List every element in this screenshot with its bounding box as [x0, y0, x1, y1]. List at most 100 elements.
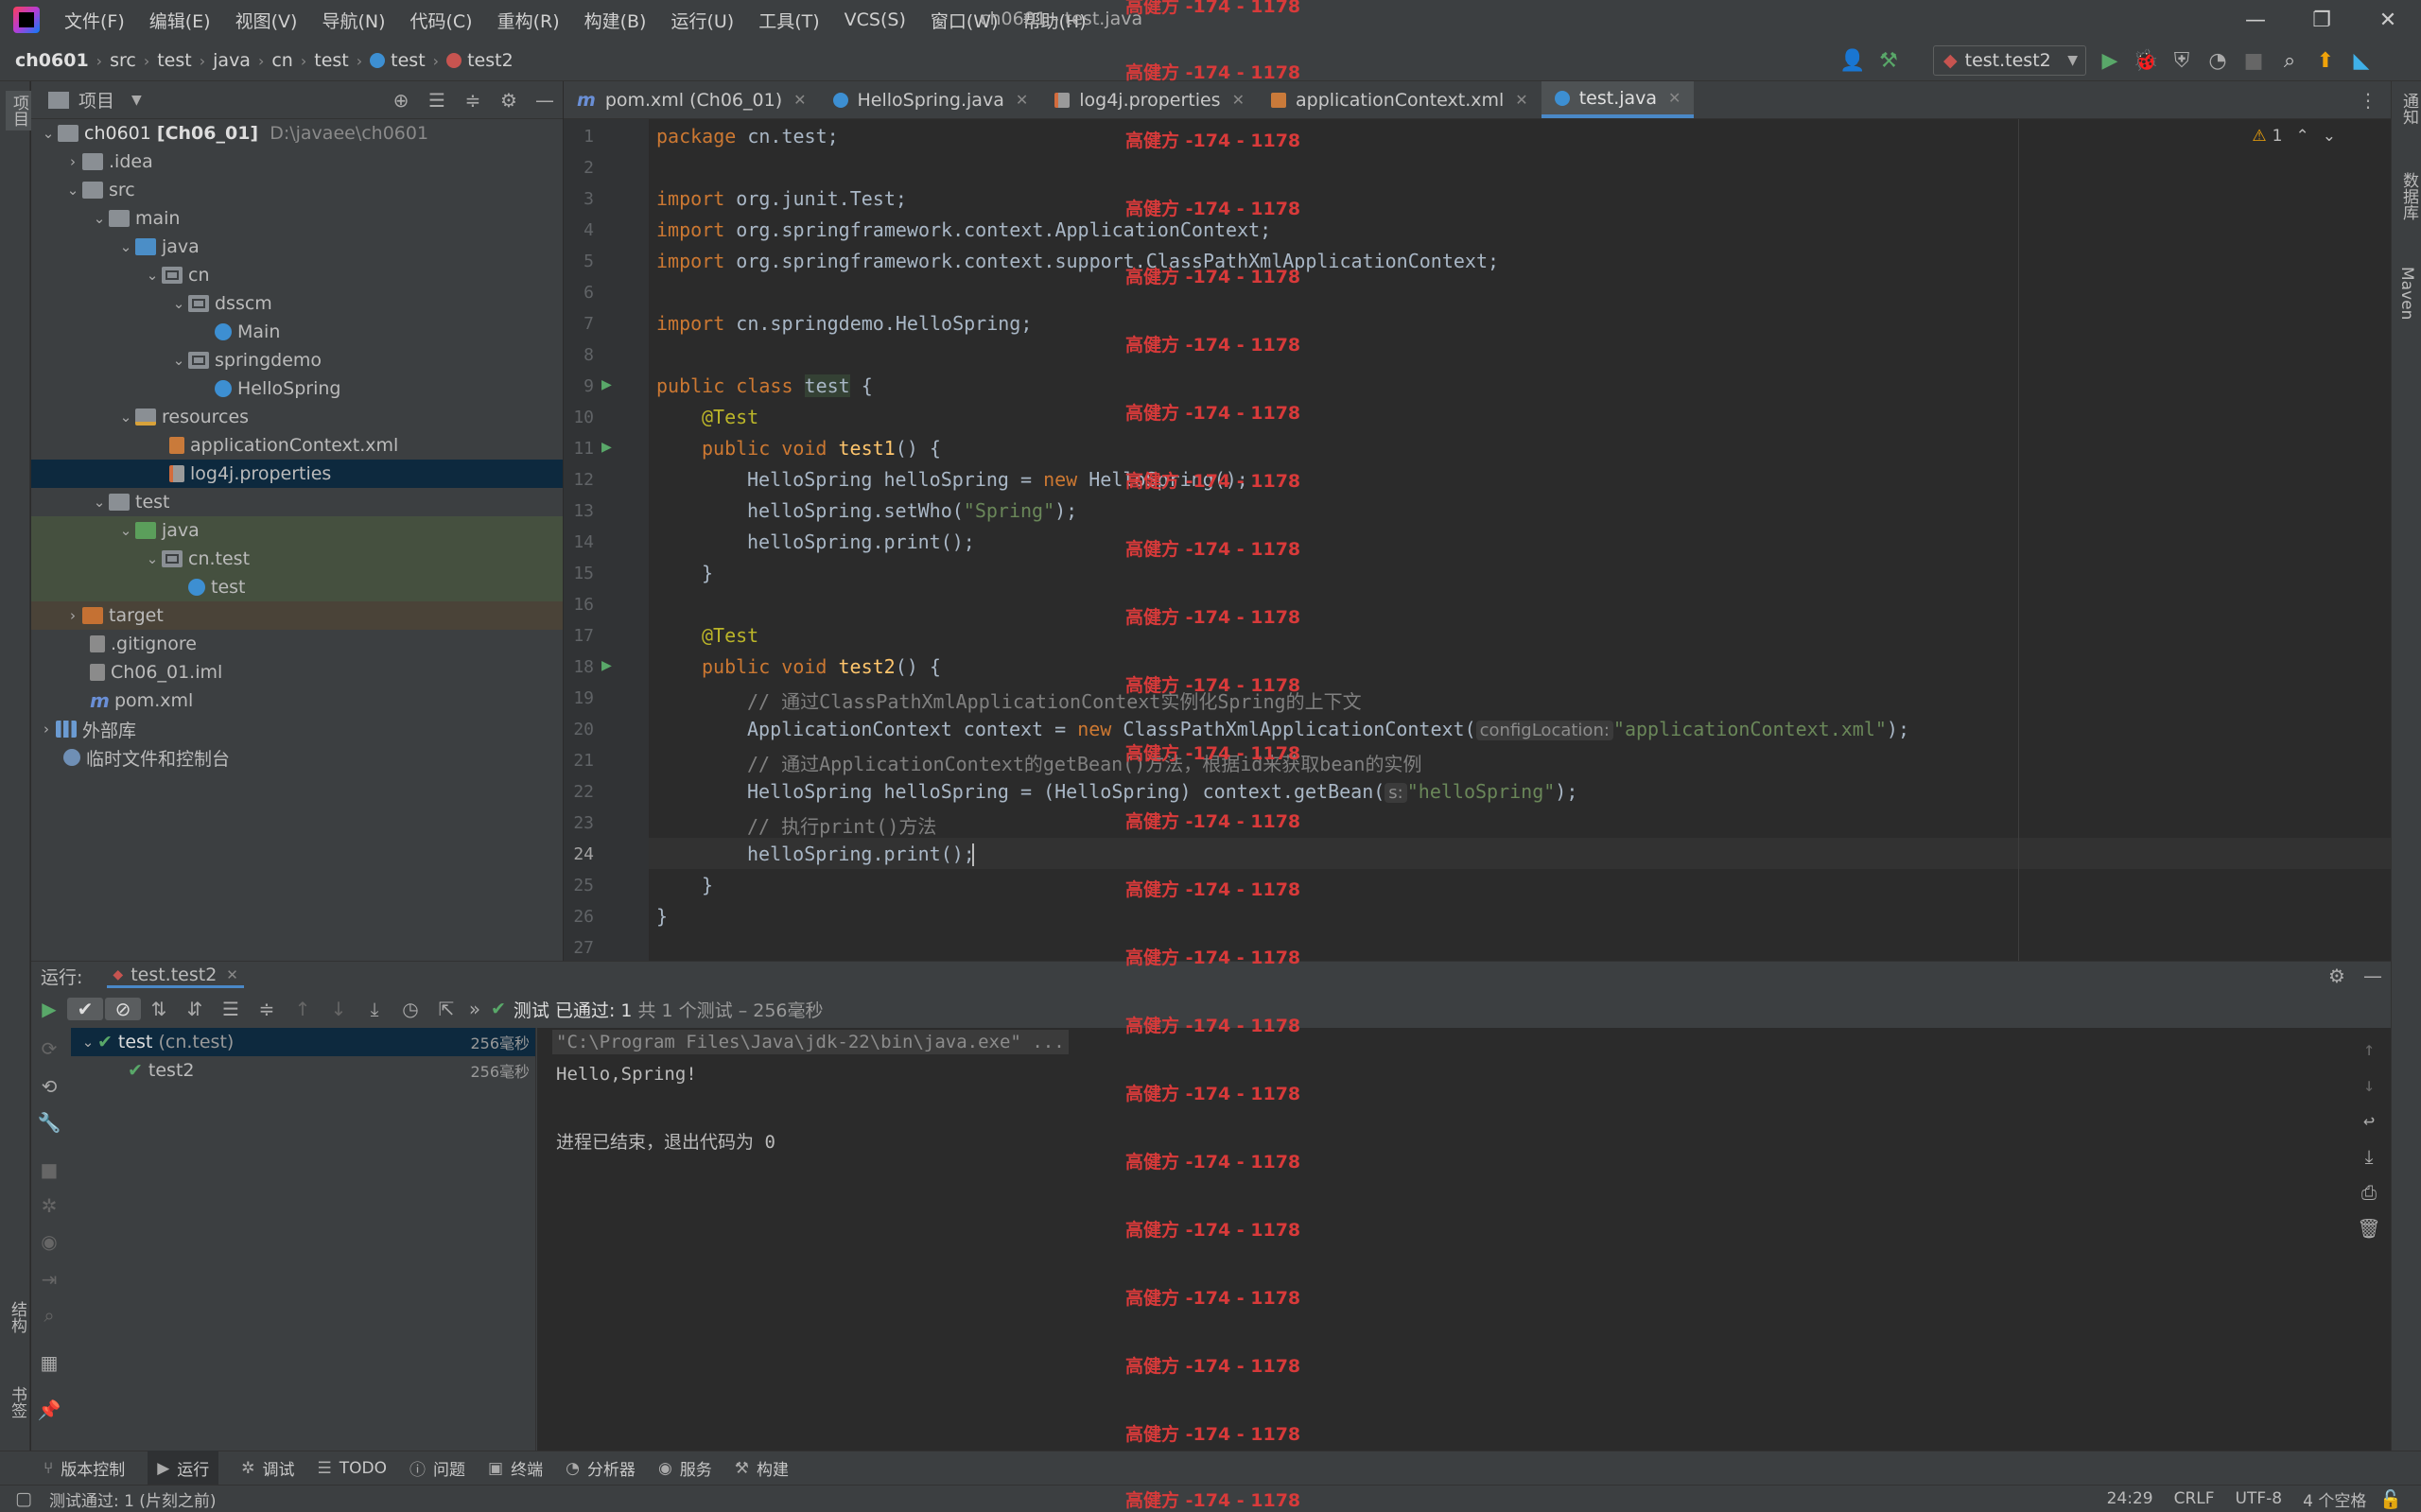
menu-view[interactable]: 视图(V) — [235, 8, 298, 33]
caret-position[interactable]: 24:29 — [2107, 1489, 2153, 1508]
arrow-up-icon[interactable]: ↑ — [2351, 1037, 2387, 1060]
sort-alpha-icon[interactable]: ⇅ — [141, 998, 177, 1020]
close-icon[interactable]: ✕ — [1016, 91, 1028, 109]
close-icon[interactable]: ✕ — [226, 966, 238, 983]
test-case-row[interactable]: ✔ test2 256毫秒 — [71, 1056, 535, 1085]
tree-item[interactable]: ⌄ main — [31, 204, 563, 233]
run-test-gutter-icon[interactable]: ▶ — [601, 655, 612, 675]
collapse-all-icon[interactable]: ≑ — [455, 89, 491, 112]
close-icon[interactable]: ✕ — [1515, 91, 1527, 109]
tree-item-root[interactable]: ⌄ ch0601 [Ch06_01] D:\javaee\ch0601 — [31, 119, 563, 148]
tree-item[interactable]: ⌄ java — [31, 516, 563, 545]
update-icon[interactable]: ⬆ — [2308, 49, 2343, 73]
gear-icon[interactable]: ⚙ — [2319, 965, 2355, 987]
tree-item[interactable]: ⌄ src — [31, 176, 563, 204]
coverage-icon[interactable]: ⛨ — [2164, 49, 2200, 73]
tree-item[interactable]: › target — [31, 601, 563, 630]
stop-icon[interactable]: ■ — [2236, 49, 2272, 73]
tab-services[interactable]: ◉ 服务 — [658, 1456, 712, 1481]
show-ignored-icon[interactable]: ⊘ — [105, 998, 141, 1020]
bookmarks-tool-button[interactable]: 书签 — [6, 1386, 29, 1418]
menu-tools[interactable]: 工具(T) — [758, 8, 819, 33]
sort-duration-icon[interactable]: ⇵ — [177, 998, 213, 1020]
maven-tool-button[interactable]: Maven — [2397, 267, 2416, 320]
breadcrumb-item[interactable]: ch0601 — [15, 50, 89, 71]
tree-item[interactable]: Main — [31, 318, 563, 346]
lock-icon[interactable]: 🔓 — [2379, 1488, 2402, 1510]
toggle-auto-test-icon[interactable]: ⟲ — [31, 1075, 67, 1098]
tree-item[interactable]: ⌄ cn.test — [31, 545, 563, 573]
pin-icon[interactable]: 📌 — [31, 1399, 67, 1421]
breadcrumb-item[interactable]: cn — [271, 50, 293, 71]
tab-build[interactable]: ⚒ 构建 — [735, 1456, 789, 1481]
debug-icon[interactable]: ✲ — [31, 1194, 67, 1217]
tab-terminal[interactable]: ▣ 终端 — [488, 1456, 543, 1481]
database-tool-button[interactable]: 数据库 — [2397, 172, 2421, 220]
menu-code[interactable]: 代码(C) — [409, 8, 472, 33]
indent-setting[interactable]: 4 个空格 — [2303, 1487, 2366, 1511]
console-line-command[interactable]: "C:\Program Files\Java\jdk-22\bin\java.e… — [552, 1030, 1069, 1054]
chevron-down-icon[interactable]: ▼ — [131, 93, 142, 108]
print-icon[interactable]: ⎙ — [2351, 1181, 2387, 1204]
tab-version-control[interactable]: ⑂ 版本控制 — [44, 1456, 125, 1481]
console-output[interactable]: "C:\Program Files\Java\jdk-22\bin\java.e… — [537, 1028, 2391, 1451]
intellij-logo-icon[interactable] — [13, 7, 40, 33]
tab-run[interactable]: ▶ 运行 — [148, 1451, 219, 1486]
layout-icon[interactable]: ▦ — [31, 1351, 67, 1374]
menu-build[interactable]: 构建(B) — [584, 8, 647, 33]
breadcrumb-item[interactable]: java — [213, 50, 251, 71]
close-icon[interactable]: ✕ — [793, 91, 806, 109]
breadcrumb-item[interactable]: test2 — [467, 50, 514, 71]
close-icon[interactable]: ✕ — [1668, 89, 1681, 107]
hide-icon[interactable]: — — [527, 89, 563, 112]
tab-profiler[interactable]: ◔ 分析器 — [566, 1456, 636, 1481]
breadcrumb-item[interactable]: test — [391, 50, 426, 71]
tab-pom-xml[interactable]: m pom.xml (Ch06_01) ✕ — [564, 81, 820, 118]
status-message[interactable]: 测试通过: 1 (片刻之前) — [49, 1487, 217, 1511]
tabs-menu-icon[interactable]: ⋮ — [2359, 81, 2391, 118]
export-icon[interactable]: ⇱ — [428, 998, 464, 1020]
camera-icon[interactable]: ◉ — [31, 1230, 67, 1253]
tab-problems[interactable]: ⓘ 问题 — [409, 1456, 465, 1480]
breadcrumb-item[interactable]: test — [314, 50, 349, 71]
breadcrumb-item[interactable]: test — [157, 50, 192, 71]
rerun-failed-icon[interactable]: ⟳ — [31, 1037, 67, 1060]
tree-item[interactable]: ⌄ cn — [31, 261, 563, 289]
rerun-icon[interactable]: ▶ — [31, 998, 67, 1020]
run-tab[interactable]: ◆ test.test2 ✕ — [107, 965, 244, 988]
tree-item[interactable]: test — [31, 573, 563, 601]
file-encoding[interactable]: UTF-8 — [2236, 1489, 2283, 1508]
chevron-down-icon[interactable]: ⌄ — [2323, 127, 2336, 146]
import-tests-icon[interactable]: ⤓ — [357, 998, 392, 1020]
menu-vcs[interactable]: VCS(S) — [845, 9, 906, 30]
test-suite-row[interactable]: ⌄ ✔ test (cn.test) 256毫秒 — [71, 1028, 535, 1056]
arrow-down-icon[interactable]: ↓ — [2351, 1073, 2387, 1096]
tree-item-selected[interactable]: log4j.properties — [31, 460, 563, 488]
chevron-up-icon[interactable]: ⌃ — [2296, 127, 2309, 146]
run-icon[interactable]: ▶ — [2092, 49, 2128, 73]
run-configuration-select[interactable]: ◆ test.test2 ▼ — [1933, 45, 2086, 76]
user-icon[interactable]: 👤 — [1835, 49, 1871, 73]
tree-item[interactable]: m pom.xml — [31, 686, 563, 715]
menu-edit[interactable]: 编辑(E) — [149, 8, 211, 33]
show-passed-icon[interactable]: ✔ — [67, 998, 103, 1020]
search-icon[interactable]: ⌕ — [2272, 49, 2308, 73]
tab-hellospring-java[interactable]: HelloSpring.java ✕ — [820, 81, 1042, 118]
gear-icon[interactable]: ⚙ — [491, 89, 527, 112]
project-panel-title[interactable]: 项目 — [78, 87, 114, 113]
tab-todo[interactable]: ☰ TODO — [318, 1459, 388, 1478]
tree-item[interactable]: ⌄ resources — [31, 403, 563, 431]
tab-log4j-properties[interactable]: log4j.properties ✕ — [1041, 81, 1258, 118]
tree-item[interactable]: .gitignore — [31, 630, 563, 658]
tab-applicationcontext-xml[interactable]: applicationContext.xml ✕ — [1258, 81, 1541, 118]
tree-item[interactable]: Ch06_01.iml — [31, 658, 563, 686]
stop-icon[interactable]: ■ — [31, 1158, 67, 1181]
restore-icon[interactable]: ❐ — [2289, 0, 2355, 40]
expand-all-icon[interactable]: ☰ — [213, 998, 249, 1020]
next-failure-icon[interactable]: ↓ — [321, 998, 357, 1020]
tab-debug[interactable]: ✲ 调试 — [241, 1456, 294, 1481]
minimize-icon[interactable]: — — [2222, 0, 2289, 40]
jetbrains-ai-icon[interactable]: ◣ — [2343, 49, 2379, 73]
exit-icon[interactable]: ⇥ — [31, 1268, 67, 1291]
wrench-icon[interactable]: 🔧 — [31, 1111, 67, 1134]
